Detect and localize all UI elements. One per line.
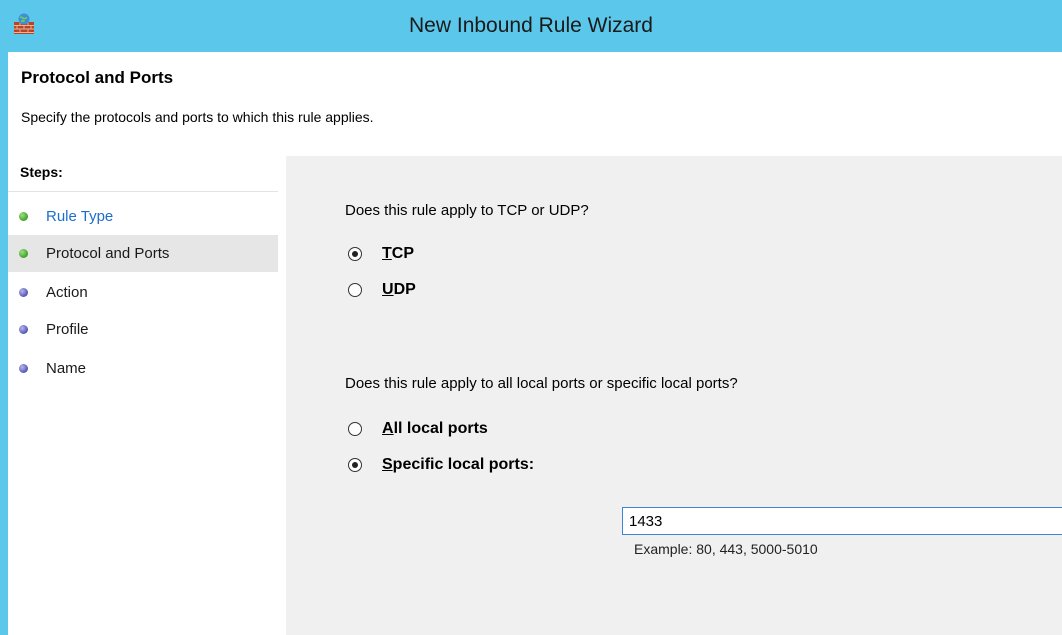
step-complete-bullet-icon (19, 212, 28, 221)
step-label: Name (46, 360, 87, 377)
wizard-header: Protocol and Ports Specify the protocols… (8, 52, 1062, 152)
step-profile[interactable]: Profile (8, 311, 278, 348)
step-name[interactable]: Name (8, 350, 278, 387)
all-local-ports-radio[interactable] (348, 422, 362, 436)
step-pending-bullet-icon (19, 288, 28, 297)
steps-panel: Steps: Rule Type Protocol and Ports Acti… (8, 156, 278, 635)
specific-ports-input[interactable] (622, 507, 1062, 535)
page-title: Protocol and Ports (21, 68, 174, 87)
step-protocol-and-ports[interactable]: Protocol and Ports (8, 235, 278, 272)
protocol-question: Does this rule apply to TCP or UDP? (345, 202, 589, 219)
wizard-window: Protocol and Ports Specify the protocols… (8, 52, 1062, 635)
specific-local-ports-label[interactable]: Specific local ports: (382, 456, 534, 474)
step-label: Protocol and Ports (46, 245, 170, 262)
steps-divider (8, 191, 278, 192)
step-label: Profile (46, 321, 89, 338)
tcp-radio[interactable] (348, 247, 362, 261)
steps-heading: Steps: (20, 164, 63, 180)
window-title: New Inbound Rule Wizard (409, 14, 653, 37)
step-pending-bullet-icon (19, 364, 28, 373)
title-bar: New Inbound Rule Wizard (0, 0, 1062, 52)
wizard-content: Does this rule apply to TCP or UDP? TCP … (286, 156, 1062, 635)
udp-label[interactable]: UDP (382, 281, 416, 299)
step-label: Action (46, 284, 88, 301)
ports-example-hint: Example: 80, 443, 5000-5010 (634, 541, 818, 557)
tcp-label[interactable]: TCP (382, 245, 414, 263)
ports-question: Does this rule apply to all local ports … (345, 375, 738, 392)
udp-radio[interactable] (348, 283, 362, 297)
step-complete-bullet-icon (19, 249, 28, 258)
step-label[interactable]: Rule Type (46, 208, 113, 225)
step-pending-bullet-icon (19, 325, 28, 334)
specific-local-ports-radio[interactable] (348, 458, 362, 472)
step-rule-type[interactable]: Rule Type (8, 198, 278, 235)
all-local-ports-label[interactable]: All local ports (382, 420, 488, 438)
step-action[interactable]: Action (8, 274, 278, 311)
page-subtitle: Specify the protocols and ports to which… (21, 109, 374, 125)
